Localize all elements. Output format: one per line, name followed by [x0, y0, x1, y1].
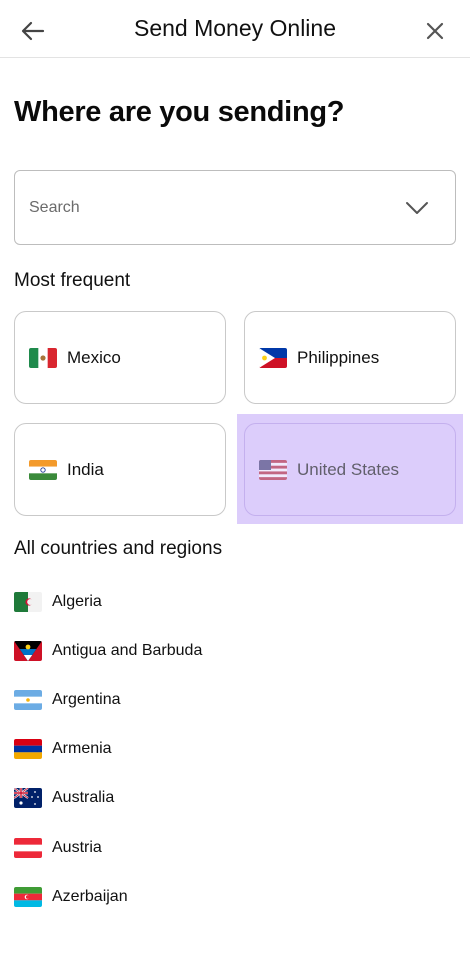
country-item-azerbaijan[interactable]: Azerbaijan — [14, 882, 128, 912]
country-item-armenia[interactable]: Armenia — [14, 734, 112, 764]
armenia-flag-icon — [14, 739, 42, 759]
country-label: Argentina — [52, 691, 121, 708]
country-search-dropdown[interactable]: Search — [14, 170, 456, 245]
country-item-australia[interactable]: Australia — [14, 783, 114, 813]
top-bar: Send Money Online — [0, 0, 470, 58]
country-item-algeria[interactable]: Algeria — [14, 587, 102, 617]
search-input[interactable]: Search — [29, 199, 80, 217]
india-flag-icon — [29, 459, 57, 480]
azerbaijan-flag-icon — [14, 887, 42, 907]
tile-label: Philippines — [297, 347, 380, 367]
mexico-flag-icon — [29, 347, 57, 368]
chevron-down-icon[interactable] — [405, 199, 429, 217]
antigua-flag-icon — [14, 641, 42, 661]
tile-label: United States — [297, 459, 400, 479]
country-label: Azerbaijan — [52, 888, 128, 905]
all-countries-label: All countries and regions — [14, 538, 223, 559]
country-item-argentina[interactable]: Argentina — [14, 685, 121, 715]
country-tile-philippines[interactable]: Philippines — [244, 311, 456, 404]
country-tile-united-states[interactable]: United States — [244, 423, 456, 516]
australia-flag-icon — [14, 788, 42, 808]
page-title: Send Money Online — [133, 15, 336, 41]
main-heading: Where are you sending? — [14, 96, 345, 128]
country-label: Armenia — [52, 740, 112, 757]
country-tile-india[interactable]: India — [14, 423, 226, 516]
country-label: Australia — [52, 789, 115, 806]
algeria-flag-icon — [14, 592, 42, 612]
close-icon — [426, 22, 444, 40]
argentina-flag-icon — [14, 690, 42, 710]
tile-label: Mexico — [67, 347, 121, 367]
country-label: Antigua and Barbuda — [52, 642, 203, 659]
country-label: Algeria — [52, 593, 102, 610]
philippines-flag-icon — [259, 347, 287, 368]
country-label: Austria — [52, 839, 102, 856]
country-item-austria[interactable]: Austria — [14, 833, 102, 863]
country-item-antigua-and-barbuda[interactable]: Antigua and Barbuda — [14, 636, 202, 666]
country-tile-mexico[interactable]: Mexico — [14, 311, 226, 404]
tile-label: India — [67, 459, 104, 479]
most-frequent-label: Most frequent — [14, 270, 131, 291]
close-button[interactable] — [418, 14, 452, 48]
austria-flag-icon — [14, 838, 42, 858]
usa-flag-icon — [259, 459, 287, 480]
